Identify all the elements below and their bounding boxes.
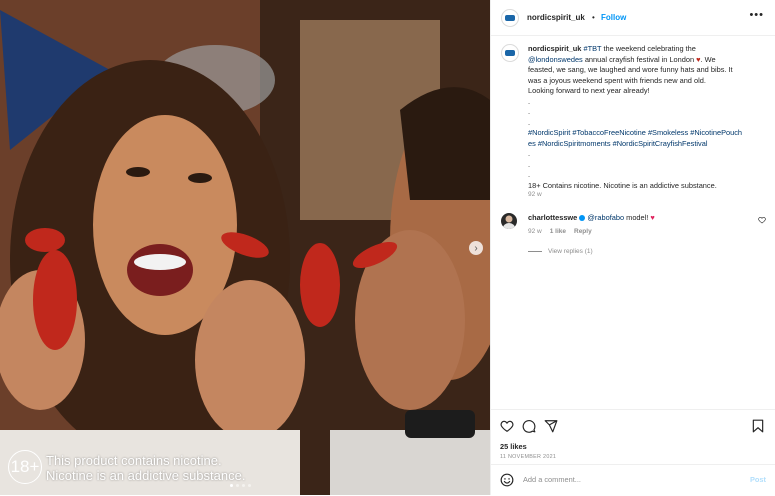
comment-reply-button[interactable]: Reply (574, 228, 592, 235)
caption-line2-tail: . We (700, 54, 716, 64)
age-restriction-badge: 18+ (8, 450, 42, 484)
carousel-next-button[interactable]: › (469, 241, 483, 255)
profile-avatar[interactable] (501, 9, 519, 27)
post-header: nordicspirit_uk • Follow ••• (491, 0, 775, 36)
verified-badge-icon (579, 215, 586, 222)
header-separator: • (592, 13, 595, 22)
send-icon[interactable] (544, 419, 558, 433)
more-horizontal-icon: ••• (749, 9, 764, 21)
post-photo[interactable]: 18+ This product contains nicotine. Nico… (0, 0, 490, 495)
comment-like-icon[interactable] (758, 216, 766, 224)
photo-illustration (0, 0, 490, 495)
heart-eyes-emoji-icon: ♥ (650, 213, 655, 222)
caption-dot: . (528, 117, 531, 127)
add-comment-bar: Post (491, 464, 775, 496)
caption-dot: . (528, 159, 531, 169)
caption-time: 92 w (528, 191, 542, 198)
post-date: 11 NOVEMBER 2021 (500, 454, 557, 460)
header-username[interactable]: nordicspirit_uk (527, 13, 585, 22)
brand-logo (505, 50, 515, 56)
comment-text: model! (624, 213, 649, 222)
caption-dot: . (528, 96, 531, 106)
nicotine-warning-line1: This product contains nicotine. (46, 453, 222, 468)
caption-line5: Looking forward to next year already! (528, 86, 650, 95)
post-side-panel: nordicspirit_uk • Follow ••• nordicspiri… (490, 0, 775, 495)
comment-icon[interactable] (522, 419, 536, 433)
comment-time: 92 w (528, 228, 542, 235)
mention-londonswedes[interactable]: @londonswedes (528, 55, 583, 64)
caption-warning: 18+ Contains nicotine. Nicotine is an ad… (528, 180, 717, 190)
carousel-dot (248, 484, 251, 487)
bookmark-icon[interactable] (751, 419, 765, 433)
caption-dot: . (528, 149, 531, 158)
more-options-button[interactable]: ••• (749, 9, 764, 21)
comment-likes[interactable]: 1 like (550, 228, 566, 235)
follow-button[interactable]: Follow (601, 13, 626, 22)
caption-dot: . (528, 107, 531, 116)
caption-hashtags-2[interactable]: es #NordicSpiritmoments #NordicSpiritCra… (528, 139, 760, 150)
avatar-image (503, 215, 515, 229)
replies-divider (528, 251, 542, 252)
chevron-right-icon: › (474, 242, 478, 254)
carousel-dot (236, 484, 239, 487)
post-caption: nordicspirit_uk #TBT the weekend celebra… (528, 44, 760, 191)
caption-line4: was a joyous weekend spent with friends … (528, 75, 706, 85)
smiley-icon[interactable] (500, 473, 514, 487)
carousel-dot (242, 484, 245, 487)
comment-meta: 92 w 1 like Reply (528, 228, 592, 235)
comment-input[interactable] (521, 474, 725, 485)
caption-line3: feasted, we sang, we laughed and wore fu… (528, 65, 733, 74)
comment-username[interactable]: charlottesswe (528, 213, 577, 222)
caption-line1: the weekend celebrating the (601, 44, 696, 53)
heart-icon[interactable] (500, 419, 514, 433)
view-replies-label: View replies (1) (548, 248, 593, 255)
carousel-dot (230, 484, 233, 487)
comment-item: charlottesswe @rabofabo model! ♥ (528, 213, 758, 223)
caption-dot: . (528, 170, 531, 179)
brand-logo (505, 15, 515, 21)
likes-count[interactable]: 25 likes (500, 442, 527, 451)
commenter-avatar[interactable] (501, 213, 517, 229)
view-replies-button[interactable]: View replies (1) (528, 248, 593, 255)
caption-avatar[interactable] (501, 44, 519, 62)
nicotine-warning-overlay: This product contains nicotine. Nicotine… (46, 453, 245, 483)
caption-hashtags-1[interactable]: #NordicSpirit #TobaccoFreeNicotine #Smok… (528, 128, 760, 139)
hashtag-tbt[interactable]: #TBT (583, 44, 601, 53)
comment-mention[interactable]: @rabofabo (587, 213, 624, 222)
post-comment-button[interactable]: Post (750, 475, 766, 484)
caption-username[interactable]: nordicspirit_uk (528, 44, 581, 53)
carousel-indicator (230, 484, 251, 487)
nicotine-warning-line2: Nicotine is an addictive substance. (46, 468, 246, 483)
caption-line2: annual crayfish festival in London (582, 54, 695, 64)
